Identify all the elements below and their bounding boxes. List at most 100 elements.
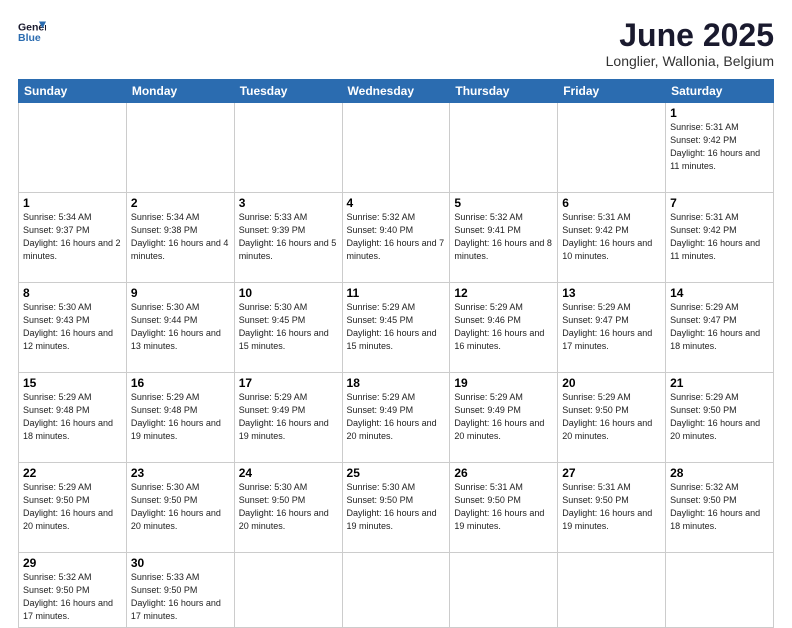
logo: General Blue: [18, 18, 46, 46]
col-monday: Monday: [126, 80, 234, 103]
table-row: [558, 103, 666, 193]
day-info: Sunrise: 5:30 AMSunset: 9:50 PMDaylight:…: [131, 482, 221, 531]
day-number: 3: [239, 196, 338, 210]
table-row: 5 Sunrise: 5:32 AMSunset: 9:41 PMDaylight…: [450, 193, 558, 283]
table-row: [558, 553, 666, 628]
table-row: 9Sunrise: 5:30 AMSunset: 9:44 PMDaylight…: [126, 283, 234, 373]
calendar-week-row: 1 Sunrise: 5:34 AMSunset: 9:37 PMDaylight…: [19, 193, 774, 283]
table-row: 11 Sunrise: 5:29 AMSunset: 9:45 PMDayligh…: [342, 283, 450, 373]
day-info: Sunrise: 5:29 AMSunset: 9:50 PMDaylight:…: [23, 482, 113, 531]
day-number: 13: [562, 286, 661, 300]
calendar-week-row: 8 Sunrise: 5:30 AMSunset: 9:43 PMDaylight…: [19, 283, 774, 373]
calendar-week-row: 1Sunrise: 5:31 AMSunset: 9:42 PMDaylight…: [19, 103, 774, 193]
table-row: [126, 103, 234, 193]
table-row: [234, 553, 342, 628]
day-info: Sunrise: 5:29 AMSunset: 9:48 PMDaylight:…: [131, 392, 221, 441]
table-row: [342, 553, 450, 628]
col-tuesday: Tuesday: [234, 80, 342, 103]
day-number: 17: [239, 376, 338, 390]
table-row: [342, 103, 450, 193]
col-friday: Friday: [558, 80, 666, 103]
logo-icon: General Blue: [18, 18, 46, 46]
table-row: 30Sunrise: 5:33 AMSunset: 9:50 PMDayligh…: [126, 553, 234, 628]
day-number: 12: [454, 286, 553, 300]
table-row: 1Sunrise: 5:31 AMSunset: 9:42 PMDaylight…: [666, 103, 774, 193]
day-info: Sunrise: 5:31 AMSunset: 9:50 PMDaylight:…: [562, 482, 652, 531]
table-row: 22 Sunrise: 5:29 AMSunset: 9:50 PMDayligh…: [19, 463, 127, 553]
day-number: 19: [454, 376, 553, 390]
table-row: 29Sunrise: 5:32 AMSunset: 9:50 PMDayligh…: [19, 553, 127, 628]
day-number: 15: [23, 376, 122, 390]
day-info: Sunrise: 5:29 AMSunset: 9:45 PMDaylight:…: [347, 302, 437, 351]
table-row: 8 Sunrise: 5:30 AMSunset: 9:43 PMDaylight…: [19, 283, 127, 373]
table-row: 14Sunrise: 5:29 AMSunset: 9:47 PMDayligh…: [666, 283, 774, 373]
table-row: 2 Sunrise: 5:34 AMSunset: 9:38 PMDaylight…: [126, 193, 234, 283]
calendar-header-row: Sunday Monday Tuesday Wednesday Thursday…: [19, 80, 774, 103]
table-row: 25Sunrise: 5:30 AMSunset: 9:50 PMDayligh…: [342, 463, 450, 553]
table-row: 24 Sunrise: 5:30 AMSunset: 9:50 PMDayligh…: [234, 463, 342, 553]
table-row: 19Sunrise: 5:29 AMSunset: 9:49 PMDayligh…: [450, 373, 558, 463]
day-info: Sunrise: 5:32 AMSunset: 9:50 PMDaylight:…: [670, 482, 760, 531]
day-number: 8: [23, 286, 122, 300]
day-number: 24: [239, 466, 338, 480]
day-number: 16: [131, 376, 230, 390]
calendar-week-row: 22 Sunrise: 5:29 AMSunset: 9:50 PMDayligh…: [19, 463, 774, 553]
table-row: 20Sunrise: 5:29 AMSunset: 9:50 PMDayligh…: [558, 373, 666, 463]
header: General Blue June 2025 Longlier, Walloni…: [18, 18, 774, 69]
table-row: [19, 103, 127, 193]
table-row: 26 Sunrise: 5:31 AMSunset: 9:50 PMDayligh…: [450, 463, 558, 553]
day-info: Sunrise: 5:29 AMSunset: 9:47 PMDaylight:…: [562, 302, 652, 351]
col-sunday: Sunday: [19, 80, 127, 103]
day-number: 26: [454, 466, 553, 480]
calendar-week-row: 15 Sunrise: 5:29 AMSunset: 9:48 PMDayligh…: [19, 373, 774, 463]
day-number: 5: [454, 196, 553, 210]
day-info: Sunrise: 5:32 AMSunset: 9:40 PMDaylight:…: [347, 212, 445, 261]
day-number: 25: [347, 466, 446, 480]
day-number: 27: [562, 466, 661, 480]
day-info: Sunrise: 5:29 AMSunset: 9:48 PMDaylight:…: [23, 392, 113, 441]
day-number: 23: [131, 466, 230, 480]
table-row: [450, 103, 558, 193]
table-row: 13 Sunrise: 5:29 AMSunset: 9:47 PMDayligh…: [558, 283, 666, 373]
day-number: 9: [131, 286, 230, 300]
table-row: 23 Sunrise: 5:30 AMSunset: 9:50 PMDayligh…: [126, 463, 234, 553]
table-row: [234, 103, 342, 193]
col-thursday: Thursday: [450, 80, 558, 103]
day-number: 1: [23, 196, 122, 210]
table-row: 12Sunrise: 5:29 AMSunset: 9:46 PMDayligh…: [450, 283, 558, 373]
day-number: 28: [670, 466, 769, 480]
table-row: [666, 553, 774, 628]
title-block: June 2025 Longlier, Wallonia, Belgium: [606, 18, 774, 69]
day-info: Sunrise: 5:33 AMSunset: 9:50 PMDaylight:…: [131, 572, 221, 621]
table-row: 7Sunrise: 5:31 AMSunset: 9:42 PMDaylight…: [666, 193, 774, 283]
subtitle: Longlier, Wallonia, Belgium: [606, 53, 774, 69]
table-row: 6 Sunrise: 5:31 AMSunset: 9:42 PMDaylight…: [558, 193, 666, 283]
table-row: 16 Sunrise: 5:29 AMSunset: 9:48 PMDayligh…: [126, 373, 234, 463]
day-info: Sunrise: 5:29 AMSunset: 9:49 PMDaylight:…: [239, 392, 329, 441]
main-title: June 2025: [606, 18, 774, 53]
page: General Blue June 2025 Longlier, Walloni…: [0, 0, 792, 612]
calendar-week-row: 29Sunrise: 5:32 AMSunset: 9:50 PMDayligh…: [19, 553, 774, 628]
day-info: Sunrise: 5:34 AMSunset: 9:38 PMDaylight:…: [131, 212, 229, 261]
day-number: 4: [347, 196, 446, 210]
day-info: Sunrise: 5:31 AMSunset: 9:42 PMDaylight:…: [562, 212, 652, 261]
day-info: Sunrise: 5:31 AMSunset: 9:42 PMDaylight:…: [670, 122, 760, 171]
col-wednesday: Wednesday: [342, 80, 450, 103]
calendar: Sunday Monday Tuesday Wednesday Thursday…: [18, 79, 774, 628]
day-number: 11: [347, 286, 446, 300]
table-row: 4 Sunrise: 5:32 AMSunset: 9:40 PMDaylight…: [342, 193, 450, 283]
day-info: Sunrise: 5:30 AMSunset: 9:45 PMDaylight:…: [239, 302, 329, 351]
day-number: 6: [562, 196, 661, 210]
day-number: 22: [23, 466, 122, 480]
day-info: Sunrise: 5:31 AMSunset: 9:42 PMDaylight:…: [670, 212, 760, 261]
day-number: 10: [239, 286, 338, 300]
day-number: 21: [670, 376, 769, 390]
day-info: Sunrise: 5:30 AMSunset: 9:43 PMDaylight:…: [23, 302, 113, 351]
day-number: 18: [347, 376, 446, 390]
day-info: Sunrise: 5:34 AMSunset: 9:37 PMDaylight:…: [23, 212, 121, 261]
day-info: Sunrise: 5:30 AMSunset: 9:50 PMDaylight:…: [239, 482, 329, 531]
day-info: Sunrise: 5:31 AMSunset: 9:50 PMDaylight:…: [454, 482, 544, 531]
day-number: 2: [131, 196, 230, 210]
table-row: [450, 553, 558, 628]
day-info: Sunrise: 5:32 AMSunset: 9:41 PMDaylight:…: [454, 212, 552, 261]
